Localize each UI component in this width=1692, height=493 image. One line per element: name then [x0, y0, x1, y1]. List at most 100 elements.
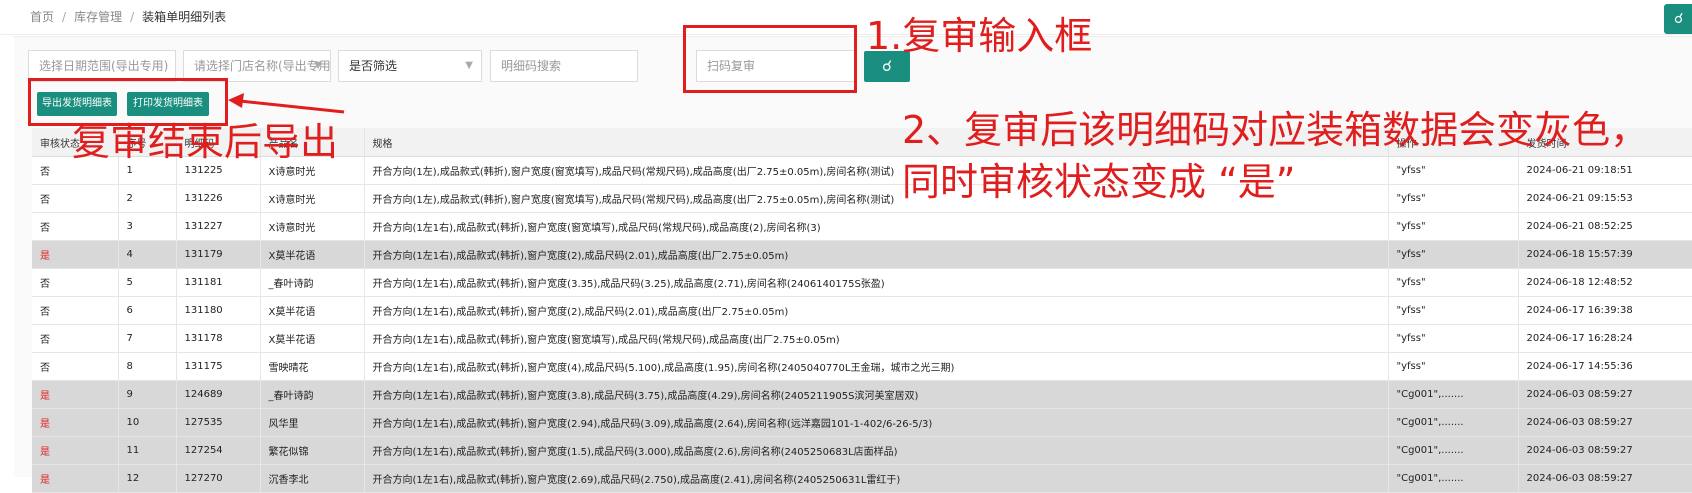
- date-range-placeholder: 选择日期范围(导出专用): [39, 59, 169, 73]
- table-row[interactable]: 否 8 131175 雪映晴花 开合方向(1左1右),成品款式(韩折),窗户宽度(4),…: [32, 352, 1692, 381]
- product-cell: X莫半花语: [260, 240, 365, 269]
- operation-cell: "Cg001",.......: [1388, 464, 1519, 493]
- annotation-note-line1: 2、复审后该明细码对应装箱数据会变灰色，: [902, 108, 1649, 152]
- screened-select-value: 是否筛选: [349, 59, 398, 73]
- product-cell: X诗意时光: [260, 184, 365, 213]
- code-search-placeholder: 明细码搜索: [501, 59, 562, 73]
- operation-cell: "yfss": [1388, 184, 1519, 213]
- annotation-export-after: 复审结束后导出: [72, 120, 339, 164]
- operation-cell: "yfss": [1388, 212, 1519, 241]
- code-cell: 131227: [176, 212, 261, 241]
- index-cell: 7: [118, 324, 177, 353]
- spec-cell: 开合方向(1左1右),成品款式(韩折),窗户宽度(窗宽填写),成品尺码(常规尺码…: [364, 212, 1389, 241]
- status-cell: 是: [32, 408, 119, 437]
- time-cell: 2024-06-17 16:39:38: [1518, 296, 1692, 325]
- code-cell: 131178: [176, 324, 261, 353]
- chevron-down-icon: ▼: [314, 60, 322, 71]
- table-row[interactable]: 否 3 131227 X诗意时光 开合方向(1左1右),成品款式(韩折),窗户宽度(窗宽…: [32, 212, 1692, 241]
- time-cell: 2024-06-21 08:52:25: [1518, 212, 1692, 241]
- table-row[interactable]: 是 10 127535 风华里 开合方向(1左1右),成品款式(韩折),窗户宽度(2.9…: [32, 408, 1692, 437]
- operation-cell: "yfss": [1388, 352, 1519, 381]
- time-cell: 2024-06-18 15:57:39: [1518, 240, 1692, 269]
- table-row[interactable]: 是 4 131179 X莫半花语 开合方向(1左1右),成品款式(韩折),窗户宽度(2)…: [32, 240, 1692, 269]
- code-cell: 127270: [176, 464, 261, 493]
- product-cell: 繁花似锦: [260, 436, 365, 465]
- code-search-input[interactable]: 明细码搜索: [490, 50, 638, 82]
- time-cell: 2024-06-21 09:18:51: [1518, 156, 1692, 185]
- table-row[interactable]: 是 11 127254 繁花似锦 开合方向(1左1右),成品款式(韩折),窗户宽度(1.…: [32, 436, 1692, 465]
- status-cell: 是: [32, 240, 119, 269]
- search-icon: ☌: [881, 57, 893, 75]
- spec-cell: 开合方向(1左1右),成品款式(韩折),窗户宽度(2.94),成品尺码(3.09…: [364, 408, 1389, 437]
- operation-cell: "yfss": [1388, 324, 1519, 353]
- code-cell: 131181: [176, 268, 261, 297]
- screened-select[interactable]: 是否筛选 ▼: [338, 50, 482, 82]
- code-cell: 131175: [176, 352, 261, 381]
- operation-cell: "yfss": [1388, 240, 1519, 269]
- index-cell: 11: [118, 436, 177, 465]
- status-cell: 否: [32, 268, 119, 297]
- index-cell: 9: [118, 380, 177, 409]
- breadcrumb: 首页 / 库存管理 / 装箱单明细列表: [30, 8, 226, 25]
- table-row[interactable]: 否 6 131180 X莫半花语 开合方向(1左1右),成品款式(韩折),窗户宽度(2)…: [32, 296, 1692, 325]
- status-cell: 否: [32, 184, 119, 213]
- time-cell: 2024-06-03 08:59:27: [1518, 408, 1692, 437]
- breadcrumb-separator: /: [130, 10, 135, 24]
- index-cell: 3: [118, 212, 177, 241]
- annotation-note-line2: 同时审核状态变成 “是”: [902, 160, 1296, 204]
- table-row[interactable]: 是 12 127270 沉香李北 开合方向(1左1右),成品款式(韩折),窗户宽度(2.…: [32, 464, 1692, 493]
- product-cell: 雪映晴花: [260, 352, 365, 381]
- code-cell: 127254: [176, 436, 261, 465]
- arrow-left-icon: [228, 93, 345, 114]
- top-right-search-button[interactable]: ☌: [1664, 4, 1692, 34]
- spec-cell: 开合方向(1左1右),成品款式(韩折),窗户宽度(2),成品尺码(2.01),成…: [364, 240, 1389, 269]
- operation-cell: "yfss": [1388, 268, 1519, 297]
- status-cell: 是: [32, 464, 119, 493]
- breadcrumb-current: 装箱单明细列表: [142, 10, 227, 24]
- product-cell: _春叶诗韵: [260, 268, 365, 297]
- breadcrumb-inventory[interactable]: 库存管理: [74, 10, 122, 24]
- table-row[interactable]: 否 5 131181 _春叶诗韵 开合方向(1左1右),成品款式(韩折),窗户宽度(3.…: [32, 268, 1692, 297]
- code-cell: 124689: [176, 380, 261, 409]
- index-cell: 2: [118, 184, 177, 213]
- status-cell: 是: [32, 436, 119, 465]
- time-cell: 2024-06-17 14:55:36: [1518, 352, 1692, 381]
- spec-cell: 开合方向(1左1右),成品款式(韩折),窗户宽度(4),成品尺码(5.100),…: [364, 352, 1389, 381]
- spec-cell: 开合方向(1左1右),成品款式(韩折),窗户宽度(窗宽填写),成品尺码(常规尺码…: [364, 324, 1389, 353]
- product-cell: 风华里: [260, 408, 365, 437]
- annotation-review-input: 1.复审输入框: [866, 14, 1093, 58]
- status-cell: 否: [32, 352, 119, 381]
- time-cell: 2024-06-03 08:59:27: [1518, 436, 1692, 465]
- table-row[interactable]: 是 9 124689 _春叶诗韵 开合方向(1左1右),成品款式(韩折),窗户宽度(3.…: [32, 380, 1692, 409]
- table-row[interactable]: 否 7 131178 X莫半花语 开合方向(1左1右),成品款式(韩折),窗户宽度(窗宽…: [32, 324, 1692, 353]
- time-cell: 2024-06-03 08:59:27: [1518, 464, 1692, 493]
- time-cell: 2024-06-17 16:28:24: [1518, 324, 1692, 353]
- breadcrumb-home[interactable]: 首页: [30, 10, 54, 24]
- export-buttons-highlight-box: [28, 78, 228, 126]
- product-cell: _春叶诗韵: [260, 380, 365, 409]
- operation-cell: "Cg001",.......: [1388, 380, 1519, 409]
- table-row[interactable]: 否 2 131226 X诗意时光 开合方向(1左),成品款式(韩折),窗户宽度(窗宽填写…: [32, 184, 1692, 213]
- product-cell: X莫半花语: [260, 296, 365, 325]
- packing-detail-table: 审核状态 序号 明细码 产品名 规格 操作 发货时间 否 1 131225 X诗意时光…: [32, 128, 1692, 493]
- chevron-down-icon: ▼: [465, 60, 473, 71]
- status-cell: 否: [32, 296, 119, 325]
- product-cell: 沉香李北: [260, 464, 365, 493]
- product-cell: X莫半花语: [260, 324, 365, 353]
- operation-cell: "Cg001",.......: [1388, 436, 1519, 465]
- spec-cell: 开合方向(1左1右),成品款式(韩折),窗户宽度(3.35),成品尺码(3.25…: [364, 268, 1389, 297]
- status-cell: 否: [32, 324, 119, 353]
- review-input-highlight-box: [683, 25, 857, 93]
- status-cell: 否: [32, 212, 119, 241]
- time-cell: 2024-06-03 08:59:27: [1518, 380, 1692, 409]
- spec-cell: 开合方向(1左1右),成品款式(韩折),窗户宽度(1.5),成品尺码(3.000…: [364, 436, 1389, 465]
- product-cell: X诗意时光: [260, 212, 365, 241]
- index-cell: 12: [118, 464, 177, 493]
- index-cell: 5: [118, 268, 177, 297]
- index-cell: 4: [118, 240, 177, 269]
- spec-cell: 开合方向(1左1右),成品款式(韩折),窗户宽度(3.8),成品尺码(3.75)…: [364, 380, 1389, 409]
- code-cell: 131180: [176, 296, 261, 325]
- status-cell: 是: [32, 380, 119, 409]
- index-cell: 8: [118, 352, 177, 381]
- breadcrumb-separator: /: [62, 10, 67, 24]
